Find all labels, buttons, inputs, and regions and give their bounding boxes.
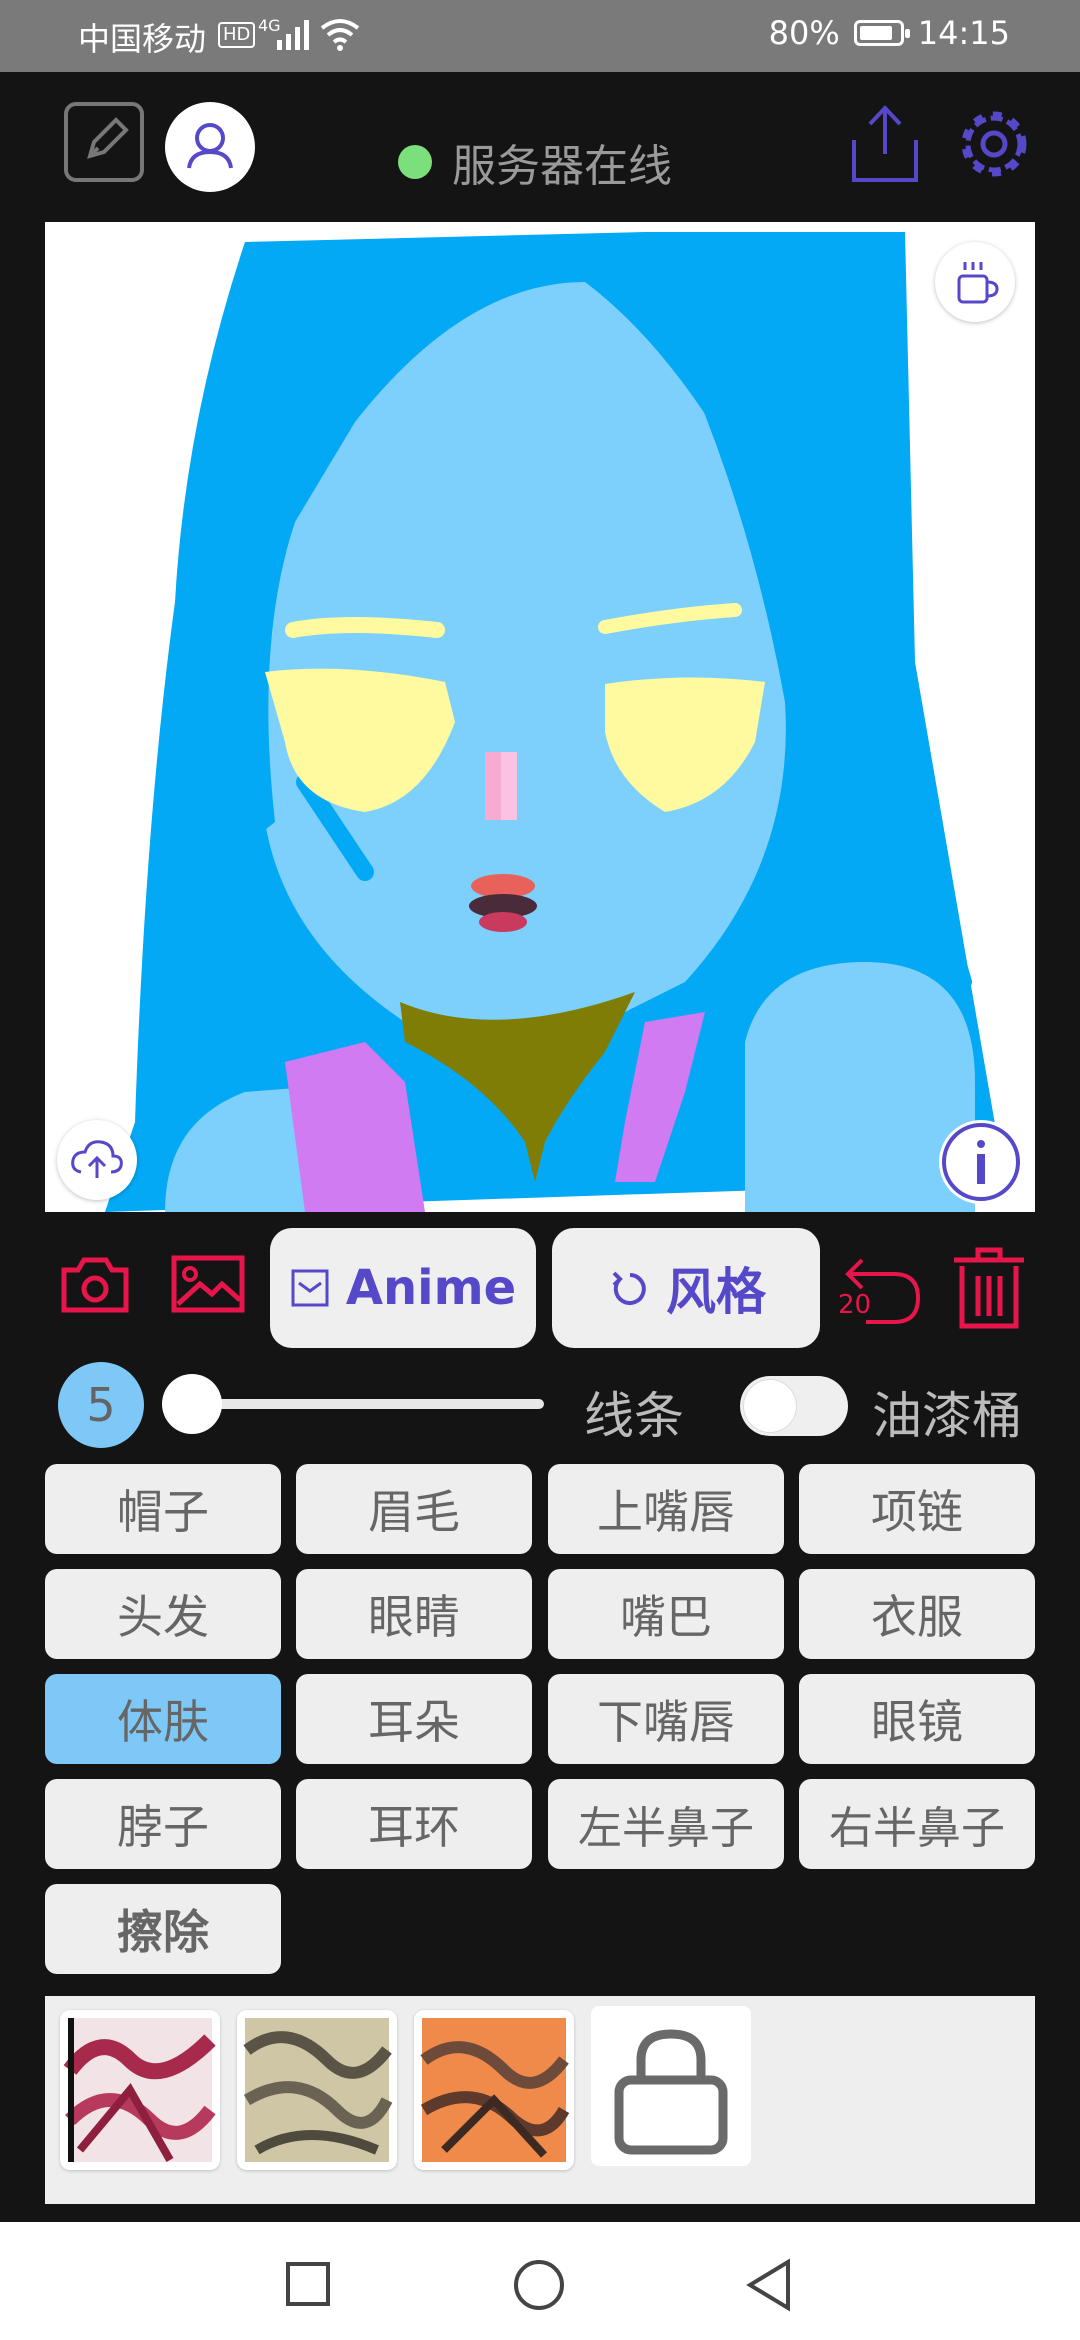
part-left-nose[interactable]: 左半鼻子 <box>548 1779 784 1869</box>
status-bar: 中国移动 HD 4G 80% 14:15 <box>0 0 1080 72</box>
texture-swatch-2[interactable] <box>237 2010 397 2170</box>
undo-icon <box>845 1258 921 1324</box>
back-nav-icon <box>746 2258 790 2312</box>
brush-size-slider[interactable] <box>170 1399 544 1409</box>
anime-drawing <box>105 232 1005 1212</box>
part-neck[interactable]: 脖子 <box>45 1779 281 1869</box>
part-right-nose[interactable]: 右半鼻子 <box>799 1779 1035 1869</box>
recents-button[interactable] <box>284 2260 332 2308</box>
upload-icon <box>71 1140 123 1178</box>
info-icon <box>942 1123 1020 1201</box>
battery-percent: 80% <box>768 14 840 52</box>
share-button[interactable] <box>848 102 922 186</box>
signal-icon <box>277 20 309 50</box>
part-earrings[interactable]: 耳环 <box>296 1779 532 1869</box>
part-clothes[interactable]: 衣服 <box>799 1569 1035 1659</box>
wifi-icon <box>320 19 360 51</box>
part-necklace[interactable]: 项链 <box>799 1464 1035 1554</box>
edit-icon <box>87 117 129 159</box>
lock-icon <box>614 2029 728 2155</box>
home-button[interactable] <box>512 2258 566 2312</box>
edit-button[interactable] <box>64 102 144 182</box>
texture-swatch-1[interactable] <box>60 2010 220 2170</box>
top-bar: 服务器在线 <box>0 72 1080 222</box>
style-label: 风格 <box>666 1263 766 1321</box>
reset-icon <box>612 1271 646 1305</box>
carrier-name: 中国移动 <box>78 20 207 58</box>
part-eyebrows[interactable]: 眉毛 <box>296 1464 532 1554</box>
coffee-icon <box>957 262 999 304</box>
part-ears[interactable]: 耳朵 <box>296 1674 532 1764</box>
navigation-bar <box>0 2222 1080 2340</box>
back-button[interactable] <box>744 2258 794 2312</box>
camera-button[interactable] <box>58 1252 132 1316</box>
lines-label: 线条 <box>584 1387 684 1445</box>
clock: 14:15 <box>917 14 1010 52</box>
status-right: 80% 14:15 <box>769 14 1010 52</box>
toggle-knob <box>744 1380 796 1432</box>
drawing-canvas[interactable] <box>45 222 1035 1212</box>
server-status: 服务器在线 <box>398 130 672 194</box>
paint-bucket-toggle[interactable] <box>740 1376 848 1436</box>
bucket-label: 油漆桶 <box>872 1387 1022 1445</box>
brush-size-badge: 5 <box>58 1362 144 1448</box>
part-hair[interactable]: 头发 <box>45 1569 281 1659</box>
trash-icon <box>954 1247 1024 1329</box>
part-glasses[interactable]: 眼镜 <box>799 1674 1035 1764</box>
part-skin[interactable]: 体肤 <box>45 1674 281 1764</box>
part-mouth[interactable]: 嘴巴 <box>548 1569 784 1659</box>
delete-button[interactable] <box>950 1246 1028 1330</box>
status-dot <box>398 145 432 179</box>
texture-panel <box>45 1996 1035 2204</box>
settings-button[interactable] <box>952 102 1036 186</box>
image-button[interactable] <box>170 1254 246 1314</box>
style-button[interactable]: 风格 <box>552 1228 820 1348</box>
info-button[interactable] <box>939 1120 1023 1204</box>
server-status-text: 服务器在线 <box>452 141 672 192</box>
locked-texture-button[interactable] <box>591 2006 751 2166</box>
texture-image-3 <box>420 2018 570 2162</box>
part-upper-lip[interactable]: 上嘴唇 <box>548 1464 784 1554</box>
undo-button[interactable]: 20 <box>836 1244 926 1334</box>
texture-swatch-3[interactable] <box>414 2010 574 2170</box>
upload-button[interactable] <box>57 1120 137 1200</box>
slider-thumb[interactable] <box>162 1374 222 1434</box>
user-button[interactable] <box>165 102 255 192</box>
share-icon <box>852 105 918 182</box>
settings-icon <box>961 111 1027 177</box>
mode-label: Anime <box>345 1260 517 1316</box>
part-erase[interactable]: 擦除 <box>45 1884 281 1974</box>
texture-image-2 <box>243 2018 393 2162</box>
part-eyes[interactable]: 眼睛 <box>296 1569 532 1659</box>
battery-icon <box>853 20 910 46</box>
part-lower-lip[interactable]: 下嘴唇 <box>548 1674 784 1764</box>
checkbox-icon <box>291 1269 329 1307</box>
image-icon <box>171 1255 245 1313</box>
undo-count: 20 <box>838 1290 872 1320</box>
coffee-button[interactable] <box>935 242 1015 322</box>
user-icon <box>187 123 233 169</box>
camera-icon <box>61 1257 129 1313</box>
hd-badge: HD <box>218 22 256 48</box>
circle-nav-icon <box>514 2260 564 2310</box>
texture-image-1 <box>63 2018 216 2162</box>
square-nav-icon <box>286 2262 330 2306</box>
part-hat[interactable]: 帽子 <box>45 1464 281 1554</box>
mode-button[interactable]: Anime <box>270 1228 536 1348</box>
